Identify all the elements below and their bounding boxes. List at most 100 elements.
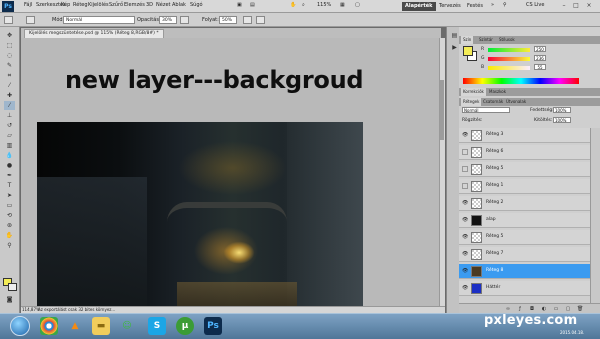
new-group-icon[interactable]: ▭ — [553, 306, 559, 312]
cslive-button[interactable]: CS Live — [526, 2, 544, 8]
blend-mode-select[interactable]: Normál — [462, 107, 510, 113]
red-value[interactable]: 250 — [534, 46, 546, 52]
document-vertical-scrollbar[interactable] — [439, 38, 445, 306]
layer-row[interactable]: Réteg 1 — [459, 179, 590, 194]
type-tool-icon[interactable]: T — [4, 181, 15, 190]
close-icon[interactable]: × — [585, 2, 593, 10]
blur-tool-icon[interactable]: 💧 — [4, 151, 15, 160]
tab-styles[interactable]: Stílusok — [497, 36, 517, 44]
visibility-eye-icon[interactable] — [462, 183, 468, 189]
pressure-opacity-icon[interactable] — [180, 16, 189, 24]
zoom-level[interactable]: 115% — [317, 2, 331, 8]
background-color-swatch[interactable] — [8, 283, 17, 291]
zoom-icon[interactable]: ⌕ — [302, 2, 305, 8]
visibility-eye-icon[interactable]: 👁 — [462, 200, 468, 206]
skype-icon[interactable]: S — [148, 317, 166, 335]
search-icon[interactable]: ⚲ — [503, 2, 507, 8]
layer-row[interactable]: 👁 Réteg 3 — [459, 128, 590, 143]
visibility-eye-icon[interactable]: 👁 — [462, 268, 468, 274]
opacity-input[interactable]: 30% — [159, 16, 177, 24]
tab-paths[interactable]: Útvonalak — [504, 98, 528, 106]
color-spectrum-bar[interactable] — [463, 78, 579, 84]
zoom-tool-icon[interactable]: ⚲ — [4, 241, 15, 250]
menu-layer[interactable]: Réteg — [73, 2, 88, 8]
gradient-tool-icon[interactable]: ▥ — [4, 141, 15, 150]
menu-help[interactable]: Súgó — [190, 2, 203, 8]
healing-tool-icon[interactable]: ✚ — [4, 91, 15, 100]
layer-row[interactable]: 👁 alap — [459, 213, 590, 228]
menu-filter[interactable]: Szűrő — [109, 2, 123, 8]
menu-3d[interactable]: 3D — [146, 2, 153, 8]
tab-swatches[interactable]: Színtár — [477, 36, 495, 44]
quick-mask-icon[interactable]: ◙ — [4, 295, 15, 304]
layers-scrollbar[interactable] — [590, 128, 600, 303]
utorrent-icon[interactable]: µ — [176, 317, 194, 335]
workspace-painting[interactable]: Festés — [464, 2, 486, 11]
layer-row[interactable]: 👁 Réteg 8 — [459, 264, 590, 279]
green-slider[interactable] — [488, 57, 530, 61]
workspace-design[interactable]: Tervezés — [436, 2, 464, 11]
path-select-tool-icon[interactable]: ➤ — [4, 191, 15, 200]
menu-window[interactable]: Ablak — [172, 2, 186, 8]
workspace-essentials[interactable]: Alapérték — [402, 2, 436, 11]
brush-tool-icon[interactable]: ⁄ — [4, 101, 15, 110]
visibility-eye-icon[interactable]: 👁 — [462, 285, 468, 291]
visibility-eye-icon[interactable]: 👁 — [462, 217, 468, 223]
move-tool-icon[interactable]: ✥ — [4, 31, 15, 40]
bridge-icon[interactable]: ▣ — [237, 2, 242, 8]
eraser-tool-icon[interactable]: ▱ — [4, 131, 15, 140]
document-scroll-thumb[interactable] — [440, 80, 444, 140]
layer-row[interactable]: 👁 Réteg 5 — [459, 230, 590, 245]
panel-foreground-swatch[interactable] — [463, 46, 473, 56]
pressure-size-icon[interactable] — [256, 16, 265, 24]
pen-tool-icon[interactable]: ✒ — [4, 171, 15, 180]
screen-mode-icon[interactable]: ▢ — [355, 2, 360, 8]
layer-row[interactable]: 👁 Háttér — [459, 281, 590, 296]
hand-tool-icon[interactable]: ✋ — [4, 231, 15, 240]
shape-tool-icon[interactable]: ▭ — [4, 201, 15, 210]
canvas-photo[interactable] — [37, 122, 363, 306]
visibility-eye-icon[interactable]: 👁 — [462, 234, 468, 240]
fill-input[interactable]: 100% — [553, 117, 571, 123]
brush-size-icon[interactable] — [26, 16, 35, 24]
adjustment-layer-icon[interactable]: ◐ — [541, 306, 547, 312]
layer-row[interactable]: 👁 Réteg 2 — [459, 196, 590, 211]
menu-file[interactable]: Fájl — [24, 2, 32, 8]
menu-select[interactable]: Kijelölés — [88, 2, 109, 8]
green-value[interactable]: 236 — [534, 55, 546, 61]
tab-channels[interactable]: Csatornák — [481, 98, 505, 106]
blue-slider[interactable] — [488, 66, 530, 70]
delete-layer-icon[interactable]: 🗑 — [577, 306, 583, 312]
quick-select-tool-icon[interactable]: ✎ — [4, 61, 15, 70]
layer-style-icon[interactable]: ƒ — [517, 306, 523, 312]
tab-adjustments[interactable]: Korrekciók — [461, 88, 486, 96]
start-button[interactable] — [10, 316, 30, 336]
flow-input[interactable]: 50% — [219, 16, 237, 24]
red-slider[interactable] — [488, 48, 530, 52]
photoshop-taskbar-icon[interactable]: Ps — [204, 317, 222, 335]
tab-color[interactable]: Szín — [461, 36, 474, 44]
history-brush-tool-icon[interactable]: ↺ — [4, 121, 15, 130]
tab-layers[interactable]: Rétegek — [461, 98, 482, 106]
airbrush-icon[interactable] — [243, 16, 252, 24]
menu-view[interactable]: Nézet — [156, 2, 170, 8]
brush-preset-icon[interactable] — [4, 16, 13, 24]
tab-masks[interactable]: Maszkok — [487, 88, 508, 96]
blue-value[interactable]: 55 — [534, 64, 546, 70]
chrome-icon[interactable] — [40, 317, 58, 335]
menu-image[interactable]: Kép — [61, 2, 70, 8]
layer-opacity-input[interactable]: 100% — [553, 107, 571, 113]
mode-select[interactable]: Normál — [63, 16, 135, 24]
visibility-eye-icon[interactable] — [462, 166, 468, 172]
workspace-more-icon[interactable]: » — [491, 2, 494, 8]
explorer-icon[interactable]: ▬ — [92, 317, 110, 335]
marquee-tool-icon[interactable]: ⬚ — [4, 41, 15, 50]
arrange-icon[interactable]: ▦ — [340, 2, 345, 8]
menu-analysis[interactable]: Elemzés — [124, 2, 145, 8]
3d-orbit-tool-icon[interactable]: ⊛ — [4, 221, 15, 230]
crop-tool-icon[interactable]: ⌗ — [4, 71, 15, 80]
layer-row[interactable]: 👁 Réteg 7 — [459, 247, 590, 262]
maximize-icon[interactable]: □ — [572, 2, 580, 10]
vlc-icon[interactable]: ▲ — [66, 317, 84, 335]
visibility-eye-icon[interactable]: 👁 — [462, 251, 468, 257]
